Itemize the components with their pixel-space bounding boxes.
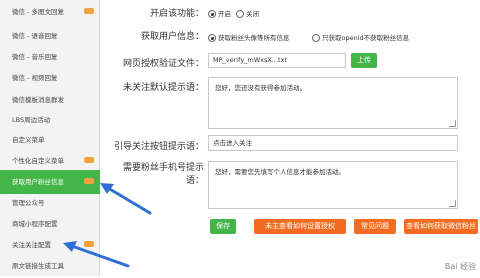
arrow-to-follow-config-icon (63, 241, 130, 268)
annotation-arrows (63, 183, 152, 268)
arrow-to-fans-info-icon (100, 183, 152, 215)
watermark: Bai 经验 (444, 262, 476, 271)
